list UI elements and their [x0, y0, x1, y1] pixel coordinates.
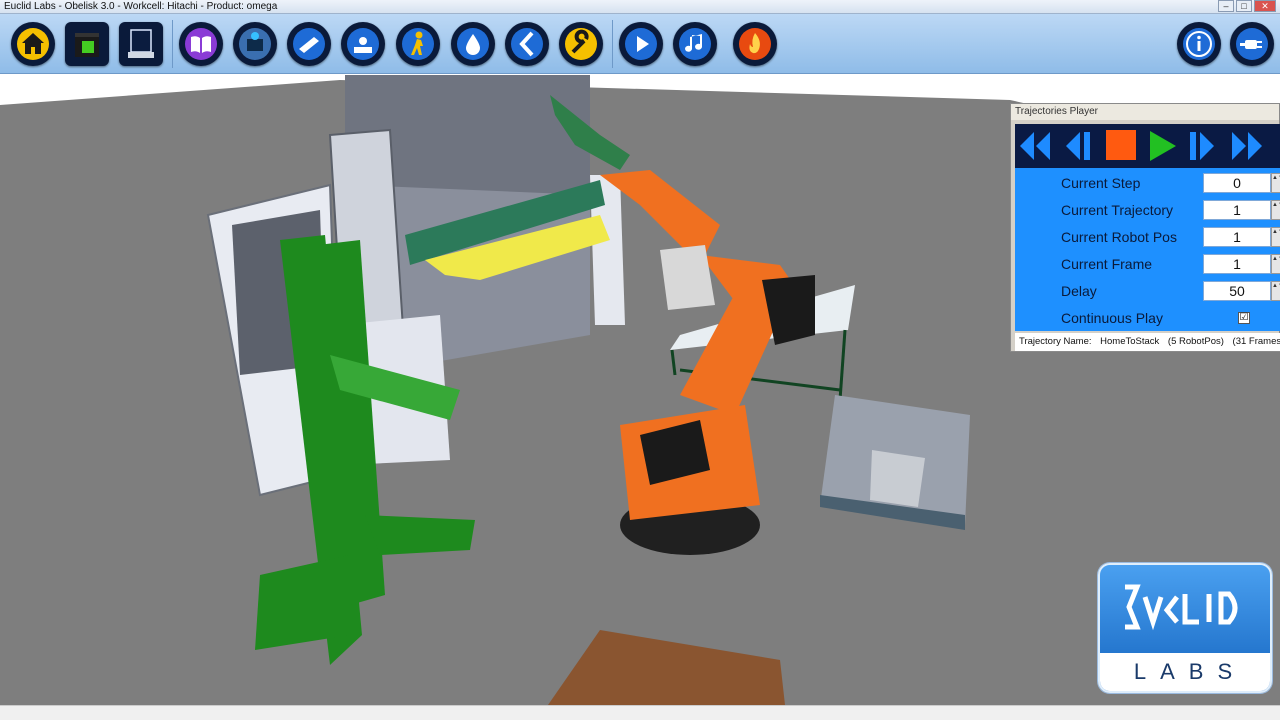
trajectory-robotpos: (5 RobotPos): [1167, 336, 1224, 347]
trajectory-name-line: Trajectory Name: HomeToStack (5 RobotPos…: [1015, 333, 1280, 351]
current-frame-spinner[interactable]: ▲▼: [1271, 254, 1280, 274]
current-robot-pos-row: Current Robot Pos 1 ▲▼: [1015, 224, 1280, 251]
music-icon[interactable]: [673, 22, 717, 66]
trajectory-name-value: HomeToStack: [1100, 336, 1160, 347]
window-title: Euclid Labs - Obelisk 3.0 - Workcell: Hi…: [4, 1, 278, 12]
current-frame-row: Current Frame 1 ▲▼: [1015, 251, 1280, 278]
close-button[interactable]: ✕: [1254, 0, 1276, 12]
fire-icon[interactable]: [733, 22, 777, 66]
step-forward-button[interactable]: [1183, 126, 1225, 166]
step-back-button[interactable]: [1057, 126, 1099, 166]
forward-end-button[interactable]: [1225, 126, 1267, 166]
robot-gripper-icon[interactable]: [341, 22, 385, 66]
delay-spinner[interactable]: ▲▼: [1271, 281, 1280, 301]
current-trajectory-field[interactable]: 1: [1203, 200, 1271, 220]
workcell-icon[interactable]: [233, 22, 277, 66]
info-icon[interactable]: [1177, 22, 1221, 66]
wrench-icon[interactable]: [559, 22, 603, 66]
current-trajectory-spinner[interactable]: ▲▼: [1271, 200, 1280, 220]
current-step-row: Current Step 0 ▲▼: [1015, 170, 1280, 197]
title-bar: Euclid Labs - Obelisk 3.0 - Workcell: Hi…: [0, 0, 1280, 14]
current-robot-pos-spinner[interactable]: ▲▼: [1271, 227, 1280, 247]
current-frame-field[interactable]: 1: [1203, 254, 1271, 274]
bend-icon[interactable]: [505, 22, 549, 66]
delay-label: Delay: [1061, 283, 1097, 299]
trajectory-frames: (31 Frames): [1232, 336, 1280, 347]
drop-icon[interactable]: [451, 22, 495, 66]
minimize-button[interactable]: –: [1218, 0, 1234, 12]
main-toolbar: [0, 14, 1280, 74]
panel-title: Trajectories Player: [1011, 104, 1279, 120]
maximize-button[interactable]: □: [1236, 0, 1252, 12]
player-properties: Current Step 0 ▲▼ Current Trajectory 1 ▲…: [1015, 168, 1280, 331]
status-strip: [0, 705, 1280, 720]
current-trajectory-row: Current Trajectory 1 ▲▼: [1015, 197, 1280, 224]
delay-row: Delay 50 ▲▼: [1015, 278, 1280, 305]
delay-field[interactable]: 50: [1203, 281, 1271, 301]
person-icon[interactable]: [396, 22, 440, 66]
euclid-labs-logo: LABS: [1098, 563, 1272, 693]
current-step-field[interactable]: 0: [1203, 173, 1271, 193]
storage-icon[interactable]: [119, 22, 163, 66]
current-trajectory-label: Current Trajectory: [1061, 202, 1174, 218]
book-icon[interactable]: [179, 22, 223, 66]
current-frame-label: Current Frame: [1061, 256, 1153, 272]
logo-mark: [1100, 565, 1270, 649]
stop-button[interactable]: [1099, 126, 1141, 166]
conveyor-icon[interactable]: [287, 22, 331, 66]
player-controls: [1015, 124, 1280, 168]
current-robot-pos-label: Current Robot Pos: [1061, 229, 1177, 245]
trajectory-name-label: Trajectory Name:: [1019, 336, 1092, 347]
current-step-label: Current Step: [1061, 175, 1141, 191]
logo-labs-text: LABS: [1100, 653, 1270, 691]
current-step-spinner[interactable]: ▲▼: [1271, 173, 1280, 193]
continuous-play-checkbox[interactable]: ☑: [1238, 312, 1250, 324]
home-icon[interactable]: [11, 22, 55, 66]
box-icon[interactable]: [65, 22, 109, 66]
continuous-play-row: Continuous Play ☑: [1015, 305, 1280, 332]
play-icon[interactable]: [619, 22, 663, 66]
continuous-play-label: Continuous Play: [1061, 310, 1163, 326]
trajectories-player-panel: Trajectories Player Current Step 0 ▲▼ Cu…: [1010, 103, 1280, 352]
rewind-start-button[interactable]: [1015, 126, 1057, 166]
current-robot-pos-field[interactable]: 1: [1203, 227, 1271, 247]
plug-icon[interactable]: [1230, 22, 1274, 66]
play-button[interactable]: [1141, 126, 1183, 166]
